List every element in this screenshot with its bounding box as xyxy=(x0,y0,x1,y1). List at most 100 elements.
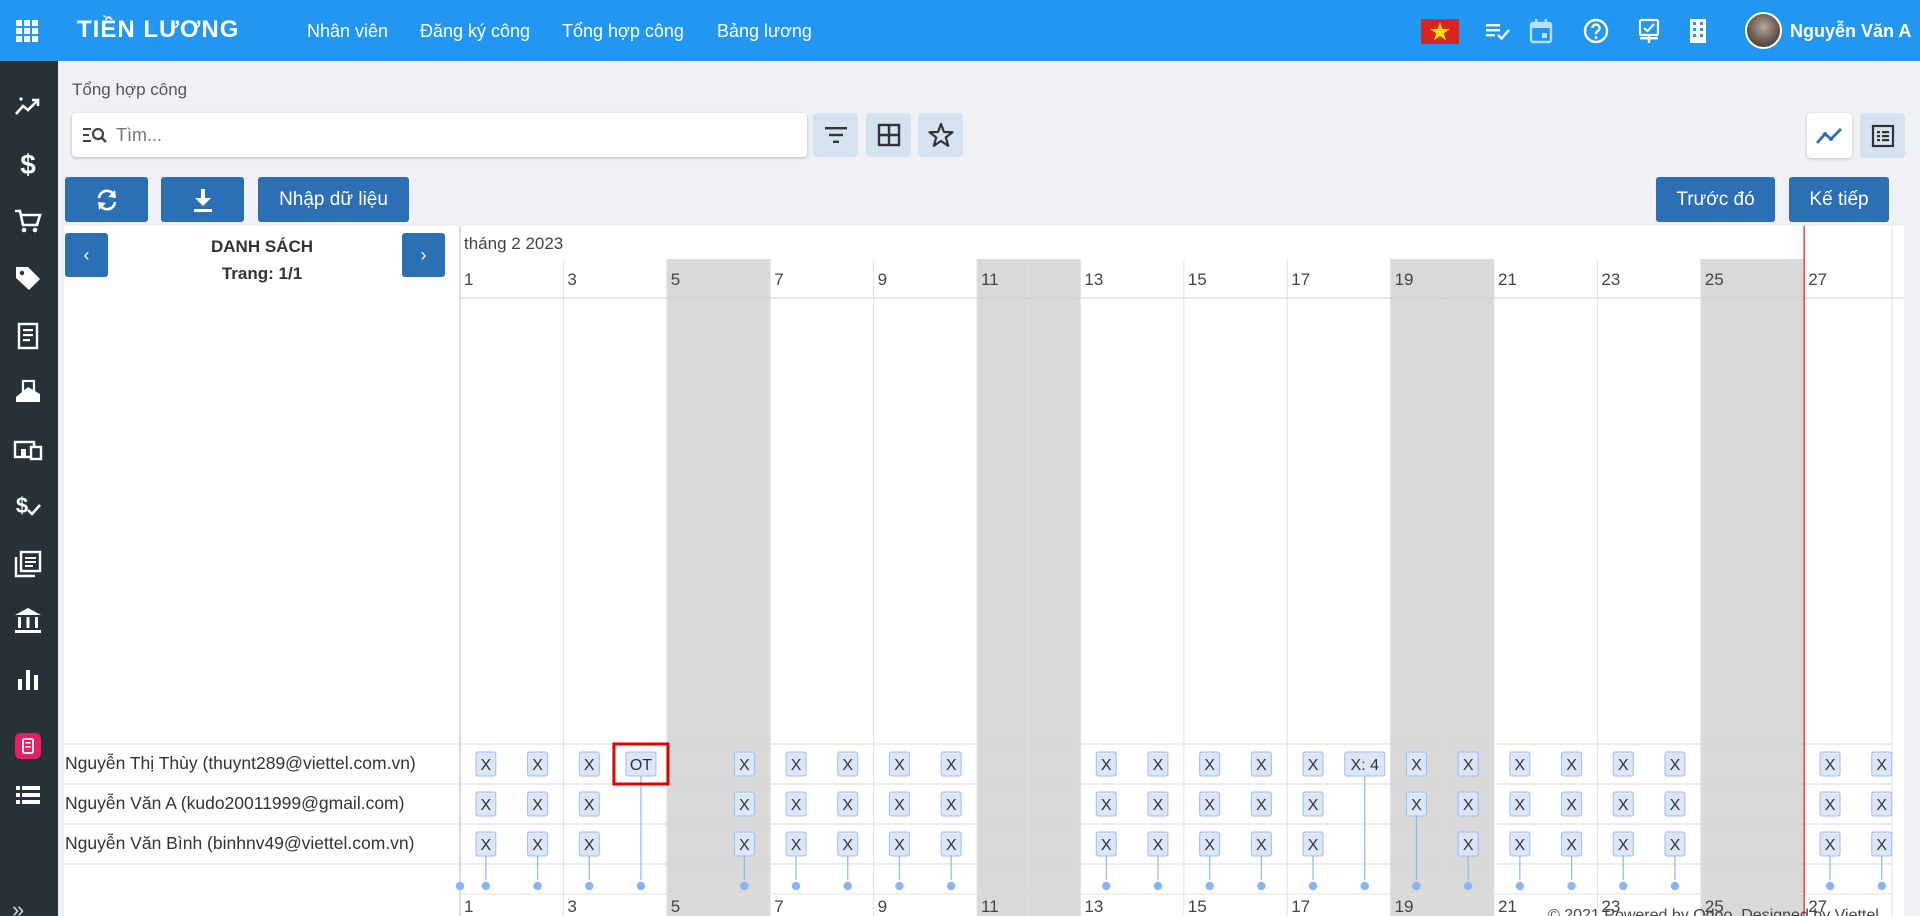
cart-icon[interactable] xyxy=(13,206,43,236)
track-dot xyxy=(636,881,646,891)
weekend-column xyxy=(1442,259,1494,916)
deposit-icon[interactable] xyxy=(13,377,43,407)
library-icon[interactable] xyxy=(13,549,43,579)
entry-label: X xyxy=(481,837,492,854)
entry-label: X xyxy=(1876,757,1887,774)
entry-label: X xyxy=(1101,757,1112,774)
timeline-view-button[interactable] xyxy=(1807,113,1852,158)
employee-name[interactable]: Nguyễn Thị Thùy (thuynt289@viettel.com.v… xyxy=(65,753,416,774)
app-title[interactable]: TIỀN LƯƠNG xyxy=(77,16,239,44)
filter-button[interactable] xyxy=(813,113,858,157)
track-dot xyxy=(1153,881,1163,891)
list-next-page-button[interactable]: › xyxy=(402,233,445,277)
list-view-button[interactable] xyxy=(1860,113,1905,158)
nav-tong-hop-cong[interactable]: Tổng hợp công xyxy=(562,21,684,42)
nav-dang-ky-cong[interactable]: Đăng ký công xyxy=(420,21,530,42)
weekend-column xyxy=(1752,259,1805,916)
entry-label: X xyxy=(1204,837,1215,854)
day-label: 5 xyxy=(671,270,680,289)
track-dot xyxy=(1877,881,1886,891)
track-dot xyxy=(895,881,904,891)
list-prev-page-button[interactable]: ‹ xyxy=(65,233,108,277)
download-button[interactable] xyxy=(161,177,244,222)
bank-icon[interactable] xyxy=(13,606,43,636)
refresh-icon xyxy=(97,189,116,210)
day-label: 7 xyxy=(774,270,783,289)
next-button[interactable]: Kế tiếp xyxy=(1789,177,1889,222)
entry-label: X xyxy=(1618,757,1629,774)
weekend-column xyxy=(666,259,719,916)
checklist-icon[interactable] xyxy=(1484,17,1512,45)
track-dot xyxy=(1412,881,1421,891)
entry-label: X xyxy=(1566,837,1577,854)
expand-icon[interactable]: » xyxy=(12,897,24,916)
nav-bang-luong[interactable]: Bảng lương xyxy=(717,21,812,42)
previous-button[interactable]: Trước đó xyxy=(1656,177,1775,222)
month-label: tháng 2 2023 xyxy=(464,234,563,253)
svg-text:$: $ xyxy=(20,149,36,179)
entry-label: X xyxy=(1825,757,1836,774)
vietnam-flag-icon[interactable] xyxy=(1421,19,1459,44)
entry-label: X xyxy=(1153,837,1164,854)
breadcrumb: Tổng hợp công xyxy=(72,80,188,99)
trend-icon[interactable] xyxy=(13,92,43,122)
entry-label: X xyxy=(739,837,750,854)
entry-label: X xyxy=(1101,797,1112,814)
nav-nhan-vien[interactable]: Nhân viên xyxy=(307,21,388,42)
track-dot xyxy=(946,881,956,891)
dollar-icon[interactable]: $ xyxy=(13,149,43,179)
entry-label: X xyxy=(1618,837,1629,854)
payment-check-icon[interactable]: $ xyxy=(13,491,43,521)
entry-label: X xyxy=(584,837,595,854)
day-label: 23 xyxy=(1601,270,1620,289)
track-dot xyxy=(455,881,465,891)
search-input[interactable] xyxy=(116,121,796,149)
help-icon[interactable] xyxy=(1582,17,1610,45)
day-label: 19 xyxy=(1395,270,1414,289)
avatar[interactable] xyxy=(1745,12,1782,49)
devices-icon[interactable] xyxy=(13,435,43,465)
entry-label: X xyxy=(894,797,905,814)
favorites-button[interactable] xyxy=(918,113,963,157)
employee-name[interactable]: Nguyễn Văn A (kudo20011999@gmail.com) xyxy=(65,793,404,814)
weekend-column xyxy=(1028,259,1081,916)
entry-label: X xyxy=(1204,757,1215,774)
day-label: 13 xyxy=(1084,270,1103,289)
track-dot xyxy=(585,881,594,891)
group-by-button[interactable] xyxy=(866,113,911,157)
entry-label: X xyxy=(1463,757,1474,774)
employee-name[interactable]: Nguyễn Văn Bình (binhnv49@viettel.com.vn… xyxy=(65,833,414,854)
track-dot xyxy=(1308,881,1318,891)
calendar-icon[interactable] xyxy=(1527,17,1555,45)
building-icon[interactable] xyxy=(1684,17,1712,45)
apps-grid-icon[interactable] xyxy=(16,20,38,42)
refresh-button[interactable] xyxy=(65,177,148,222)
entry-label: X xyxy=(1825,837,1836,854)
entry-label: X xyxy=(532,797,543,814)
tag-icon[interactable] xyxy=(13,263,43,293)
track-dot xyxy=(1670,881,1680,891)
entry-label: X xyxy=(1515,797,1526,814)
day-label: 17 xyxy=(1291,270,1310,289)
day-label-bottom: 19 xyxy=(1395,897,1414,916)
entry-label: X xyxy=(1153,797,1164,814)
entry-label: X xyxy=(584,757,595,774)
user-name[interactable]: Nguyễn Văn A xyxy=(1790,21,1911,42)
search-icon xyxy=(83,127,107,143)
day-label-bottom: 17 xyxy=(1291,897,1310,916)
entry-label: X xyxy=(1204,797,1215,814)
receipt-icon[interactable] xyxy=(13,321,43,351)
search-box xyxy=(72,113,807,157)
entry-label: X xyxy=(1411,797,1422,814)
list-view-icon xyxy=(1871,124,1894,147)
list-icon[interactable] xyxy=(13,780,43,810)
app-icon[interactable] xyxy=(13,731,43,761)
entry-label: X: 4 xyxy=(1351,757,1380,774)
attendance-icon[interactable] xyxy=(1635,17,1663,45)
entry-label: X xyxy=(1670,757,1681,774)
bar-chart-icon[interactable] xyxy=(13,664,43,694)
import-button[interactable]: Nhập dữ liệu xyxy=(258,177,409,222)
filter-icon xyxy=(824,127,847,143)
download-icon xyxy=(193,188,212,212)
day-label: 25 xyxy=(1705,270,1724,289)
